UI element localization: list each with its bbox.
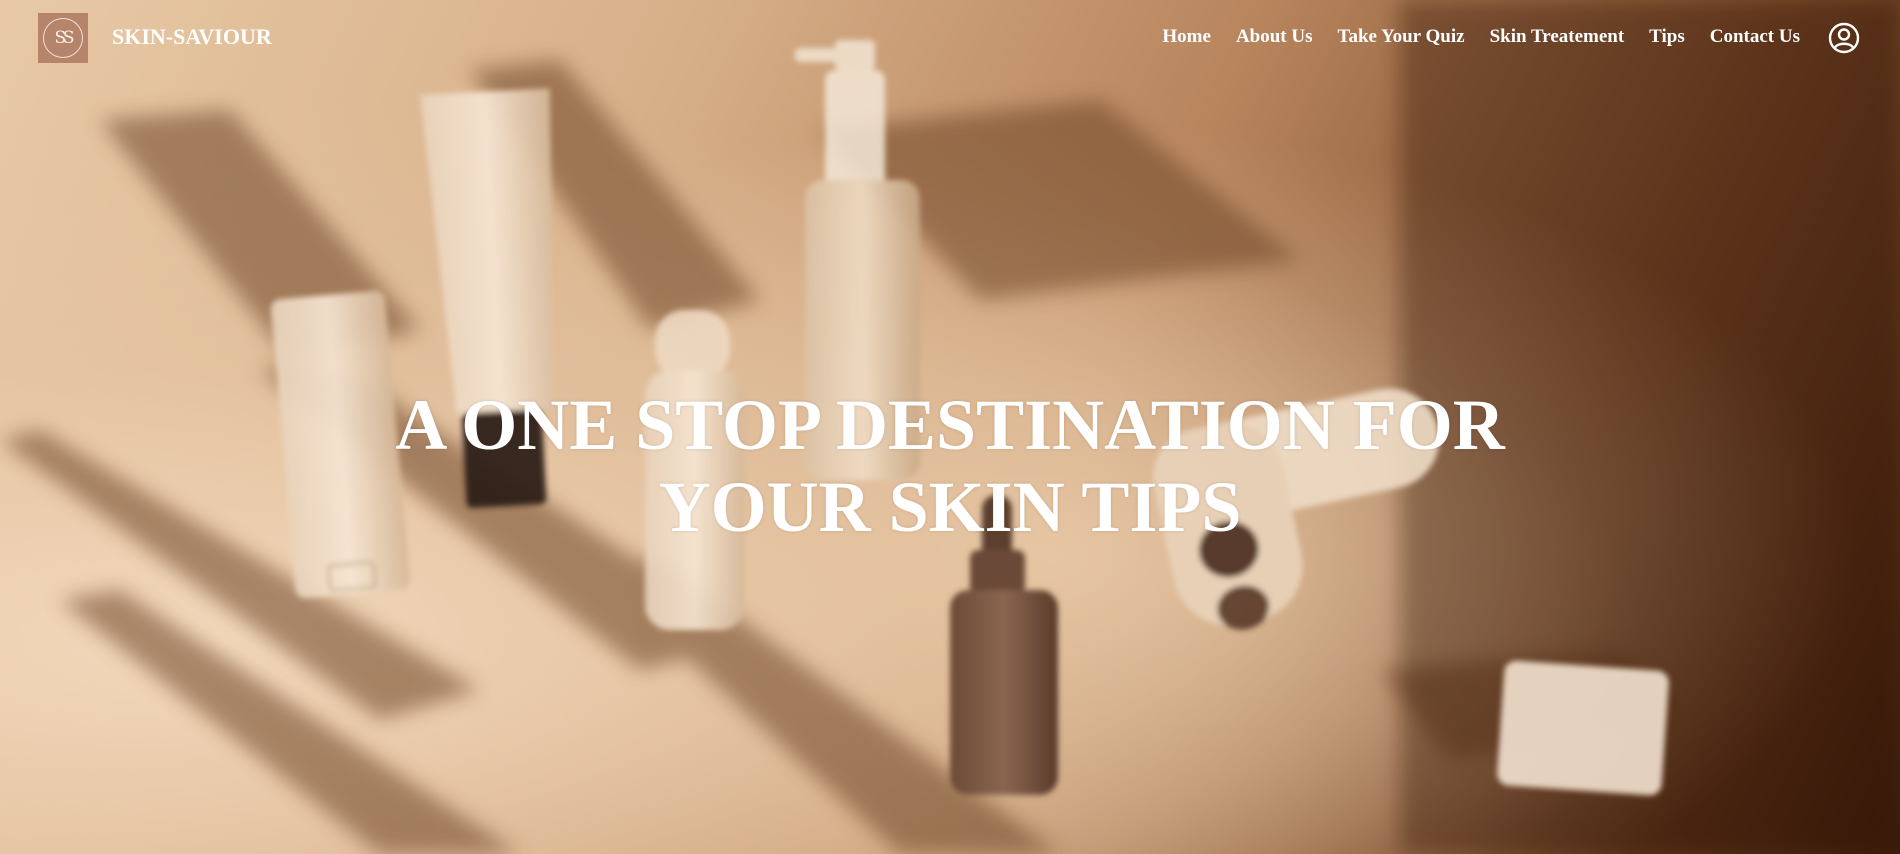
nav-tips[interactable]: Tips — [1649, 26, 1685, 48]
brand-logo[interactable]: SS — [38, 13, 88, 63]
nav-contact-us[interactable]: Contact Us — [1710, 26, 1800, 48]
nav-take-your-quiz[interactable]: Take Your Quiz — [1338, 26, 1465, 48]
hero-section: SS SKIN-SAVIOUR Home About Us Take Your … — [0, 0, 1900, 854]
main-nav: Home About Us Take Your Quiz Skin Treate… — [1162, 26, 1800, 48]
brand-name[interactable]: SKIN-SAVIOUR — [112, 24, 272, 50]
headline-line-1: A ONE STOP DESTINATION FOR — [395, 385, 1505, 466]
logo-text: SS — [54, 28, 75, 48]
user-circle-icon[interactable] — [1828, 22, 1860, 54]
logo-mark: SS — [43, 18, 83, 58]
hero-headline: A ONE STOP DESTINATION FOR YOUR SKIN TIP… — [0, 384, 1900, 548]
headline-line-2: YOUR SKIN TIPS — [658, 467, 1242, 548]
nav-home[interactable]: Home — [1162, 26, 1211, 48]
nav-about-us[interactable]: About Us — [1236, 26, 1313, 48]
nav-skin-treatement[interactable]: Skin Treatement — [1490, 26, 1625, 48]
top-navbar: SS SKIN-SAVIOUR Home About Us Take Your … — [0, 0, 1900, 76]
